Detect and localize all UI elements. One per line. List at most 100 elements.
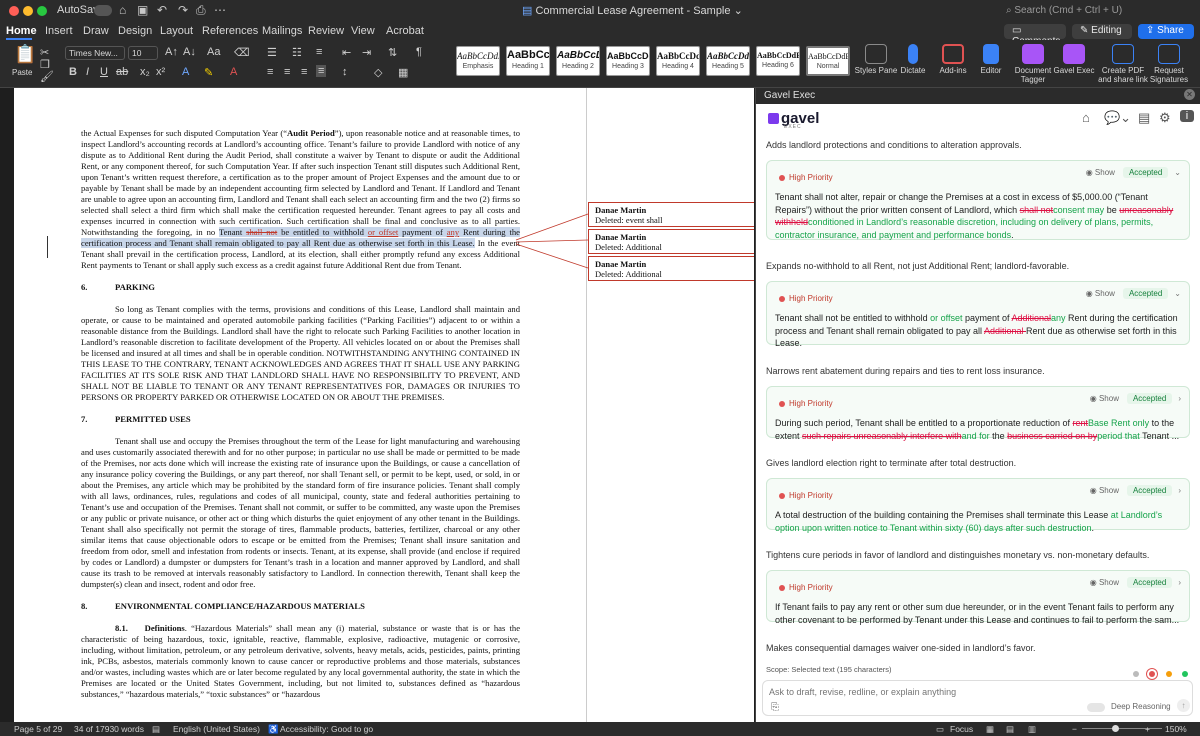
mode-dot-red[interactable]: [1149, 671, 1156, 677]
style-normal[interactable]: AaBbCcDdEeNormal: [806, 46, 850, 76]
focus-icon[interactable]: ▭: [936, 724, 944, 735]
suggestion-card[interactable]: High Priority ◉ Show Accepted › If Tenant fa…: [766, 570, 1190, 625]
style-emphasis[interactable]: AaBbCcDdEeEmphasis: [456, 46, 500, 76]
tab-view[interactable]: View: [351, 25, 375, 37]
share-button[interactable]: ⇪ Share ⌄: [1138, 24, 1194, 47]
send-arrow-icon[interactable]: ↑: [1177, 699, 1190, 712]
prompt-input[interactable]: [769, 687, 1069, 697]
briefcase-icon[interactable]: ⌂: [1082, 110, 1090, 125]
bold-icon[interactable]: B: [69, 66, 77, 78]
more-icon[interactable]: ⋯: [214, 3, 226, 17]
show-button[interactable]: ◉ Show: [1086, 289, 1115, 298]
chevron-right-icon[interactable]: ›: [1178, 394, 1181, 403]
tab-draw[interactable]: Draw: [83, 25, 109, 37]
comments-button[interactable]: ▭ Comments: [1004, 24, 1066, 47]
borders-icon[interactable]: ▦: [398, 66, 408, 79]
suggestion-card[interactable]: High Priority ◉ Show Accepted ⌄ Tenant shall…: [766, 281, 1190, 348]
reading-mode-icon[interactable]: ▥: [1028, 724, 1036, 735]
document-icon[interactable]: ▤: [1138, 110, 1150, 126]
grow-font-icon[interactable]: A↑: [165, 46, 178, 58]
undo-icon[interactable]: ↶: [157, 3, 167, 17]
search-input[interactable]: ⌕ Search (Cmd + Ctrl + U): [1000, 3, 1192, 20]
tab-design[interactable]: Design: [118, 25, 152, 37]
create-pdf-button[interactable]: Create PDF and share link: [1095, 44, 1151, 84]
zoom-slider-track[interactable]: [1082, 728, 1162, 729]
chevron-down-icon[interactable]: ⌄: [1174, 168, 1181, 177]
save-icon[interactable]: ▣: [137, 3, 148, 17]
redo-icon[interactable]: ↷: [178, 3, 188, 17]
shading-icon[interactable]: ◇: [374, 66, 382, 79]
suggestion-card[interactable]: High Priority ◉ Show Accepted › A total dest…: [766, 478, 1190, 533]
zoom-slider-thumb[interactable]: [1112, 725, 1119, 732]
close-window-button[interactable]: [9, 6, 19, 16]
show-button[interactable]: ◉ Show: [1086, 168, 1115, 177]
superscript-icon[interactable]: x²: [156, 66, 165, 78]
align-center-icon[interactable]: ≡: [284, 66, 290, 78]
paste-icon[interactable]: 📋: [14, 44, 36, 65]
font-name-select[interactable]: Times New...: [65, 46, 125, 60]
chevron-down-icon[interactable]: ⌄: [1174, 289, 1181, 298]
deep-reasoning-toggle[interactable]: [1087, 703, 1105, 712]
autosave-toggle[interactable]: [94, 5, 112, 16]
paste-button-label[interactable]: Paste: [12, 68, 32, 77]
style-heading-4[interactable]: AaBbCcDd Heading 4: [656, 46, 700, 76]
justify-icon[interactable]: ≡: [316, 65, 327, 77]
highlight-icon[interactable]: ✎: [204, 66, 213, 79]
show-button[interactable]: ◉ Show: [1090, 486, 1119, 495]
font-size-select[interactable]: 10: [128, 46, 158, 60]
document-body[interactable]: the Actual Expenses for such disputed Co…: [81, 128, 520, 711]
chat-icon[interactable]: 💬⌄: [1104, 110, 1131, 126]
focus-label[interactable]: Focus: [950, 724, 973, 734]
zoom-in-icon[interactable]: +: [1145, 724, 1150, 734]
proofing-icon[interactable]: ▤: [152, 724, 160, 735]
strikethrough-icon[interactable]: ab: [116, 66, 128, 78]
shrink-font-icon[interactable]: A↓: [183, 46, 196, 58]
style-heading-6[interactable]: AaBbCcDdEeHeading 6: [756, 46, 800, 76]
decrease-indent-icon[interactable]: ⇤: [342, 46, 351, 59]
bullets-icon[interactable]: ☰: [267, 46, 277, 59]
zoom-level[interactable]: 150%: [1165, 724, 1187, 734]
tab-acrobat[interactable]: Acrobat: [386, 25, 424, 37]
subscript-icon[interactable]: x₂: [140, 66, 150, 78]
close-panel-icon[interactable]: ✕: [1184, 89, 1195, 100]
style-heading-1[interactable]: AaBbCc Heading 1: [506, 46, 550, 76]
style-heading-3[interactable]: AaBbCcDdHeading 3: [606, 46, 650, 76]
change-case-icon[interactable]: Aa: [207, 46, 220, 58]
italic-icon[interactable]: I: [86, 66, 89, 78]
maximize-window-button[interactable]: [37, 6, 47, 16]
show-button[interactable]: ◉ Show: [1090, 578, 1119, 587]
document-title[interactable]: ▤ Commercial Lease Agreement - Sample ⌄: [522, 4, 743, 17]
gavel-exec-button[interactable]: Gavel Exec: [1047, 44, 1101, 75]
clear-formatting-icon[interactable]: ⌫: [234, 46, 250, 59]
mode-dot-gray[interactable]: [1132, 671, 1139, 677]
suggestion-card[interactable]: High Priority ◉ Show Accepted › During such …: [766, 386, 1190, 441]
print-layout-icon[interactable]: ▦: [986, 724, 994, 735]
info-icon[interactable]: i: [1180, 110, 1194, 122]
text-effects-icon[interactable]: A: [182, 66, 189, 78]
tab-layout[interactable]: Layout: [160, 25, 193, 37]
show-formatting-icon[interactable]: ¶: [416, 46, 422, 58]
settings-gear-icon[interactable]: ⚙: [1159, 110, 1171, 126]
line-spacing-icon[interactable]: ↕: [342, 66, 348, 78]
suggestion-card[interactable]: High Priority ◉ Show Accepted ⌄ Tenant shall…: [766, 160, 1190, 240]
align-right-icon[interactable]: ≡: [301, 66, 307, 78]
increase-indent-icon[interactable]: ⇥: [362, 46, 371, 59]
revision-balloon[interactable]: Danae Martin Deleted: event shall: [588, 202, 754, 227]
style-heading-2[interactable]: AaBbCcD Heading 2: [556, 46, 600, 76]
style-heading-5[interactable]: AaBbCcDd. Heading 5: [706, 46, 750, 76]
align-left-icon[interactable]: ≡: [267, 66, 273, 78]
home-icon[interactable]: ⌂: [119, 3, 126, 17]
accessibility-status[interactable]: Accessibility: Good to go: [280, 724, 373, 734]
page-count[interactable]: Page 5 of 29: [14, 724, 62, 734]
attach-paperclip-icon[interactable]: ⎘: [771, 702, 779, 713]
word-count[interactable]: 34 of 17930 words: [74, 724, 144, 734]
print-icon[interactable]: ⎙: [196, 3, 206, 18]
mode-dot-green[interactable]: [1182, 671, 1188, 677]
numbering-icon[interactable]: ☷: [292, 46, 302, 59]
multilevel-list-icon[interactable]: ≡: [316, 46, 322, 58]
font-color-icon[interactable]: A: [230, 66, 237, 78]
tab-home[interactable]: Home: [6, 25, 37, 37]
tab-review[interactable]: Review: [308, 25, 344, 37]
tab-references[interactable]: References: [202, 25, 258, 37]
document-page[interactable]: the Actual Expenses for such disputed Co…: [14, 88, 754, 722]
